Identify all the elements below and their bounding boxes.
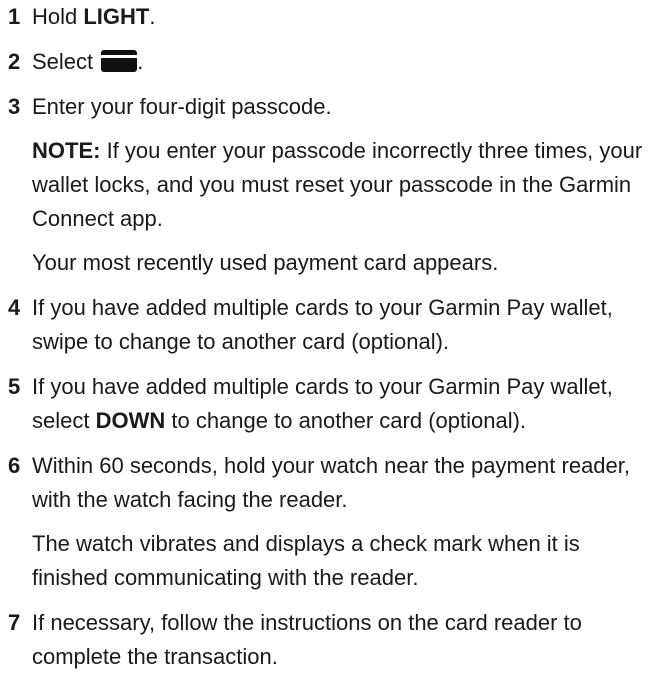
step-4: 4 If you have added multiple cards to yo…	[0, 291, 657, 359]
step-result: Your most recently used payment card app…	[32, 250, 499, 275]
wallet-card-icon	[101, 50, 138, 72]
step-number: 2	[8, 49, 21, 74]
step-text: If you have added multiple cards to your…	[32, 295, 613, 354]
step-text: If you have added multiple cards to your…	[32, 374, 613, 433]
step-body: Enter your four-digit passcode. NOTE: If…	[32, 90, 657, 280]
step-body: Select .	[32, 45, 657, 79]
step-6: 6 Within 60 seconds, hold your watch nea…	[0, 449, 657, 595]
step-2: 2 Select .	[0, 45, 657, 79]
step-body: Hold LIGHT.	[32, 0, 657, 34]
step-number: 4	[8, 295, 21, 320]
step-text: Enter your four-digit passcode.	[32, 94, 332, 119]
note: NOTE: If you enter your passcode incorre…	[32, 134, 657, 236]
step-result: The watch vibrates and displays a check …	[32, 531, 580, 590]
instruction-steps: 1 Hold LIGHT. 2 Select . 3 Enter your fo…	[0, 0, 657, 674]
step-text: Select .	[32, 49, 144, 74]
note-text: If you enter your passcode incorrectly t…	[32, 138, 643, 231]
step-3: 3 Enter your four-digit passcode. NOTE: …	[0, 90, 657, 280]
note-label: NOTE:	[32, 138, 101, 163]
step-number: 1	[8, 4, 21, 29]
step-body: If you have added multiple cards to your…	[32, 291, 657, 359]
step-number: 5	[8, 374, 21, 399]
button-name-light: LIGHT	[83, 4, 150, 29]
step-body: Within 60 seconds, hold your watch near …	[32, 449, 657, 595]
step-number: 3	[8, 94, 21, 119]
step-body: If you have added multiple cards to your…	[32, 370, 657, 438]
step-body: If necessary, follow the instructions on…	[32, 606, 657, 674]
step-number: 7	[8, 610, 21, 635]
step-text: If necessary, follow the instructions on…	[32, 610, 582, 669]
step-number: 6	[8, 453, 21, 478]
button-name-down: DOWN	[95, 408, 166, 433]
step-text: Hold LIGHT.	[32, 4, 156, 29]
step-1: 1 Hold LIGHT.	[0, 0, 657, 34]
step-text: Within 60 seconds, hold your watch near …	[32, 453, 631, 512]
step-7: 7 If necessary, follow the instructions …	[0, 606, 657, 674]
step-5: 5 If you have added multiple cards to yo…	[0, 370, 657, 438]
